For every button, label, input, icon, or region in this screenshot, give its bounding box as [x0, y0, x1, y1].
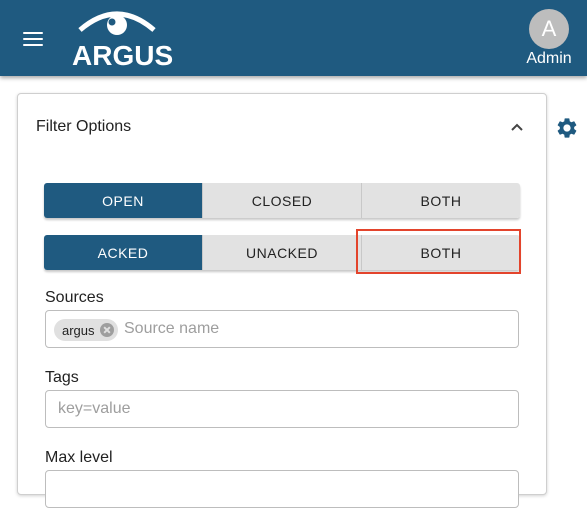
- open-both-button[interactable]: BOTH: [361, 183, 520, 218]
- sources-input[interactable]: [124, 320, 504, 338]
- menu-icon[interactable]: [23, 32, 43, 46]
- filter-options-header[interactable]: Filter Options: [18, 94, 546, 162]
- gear-icon[interactable]: [555, 116, 579, 140]
- app-header: ARGUS A Admin: [0, 0, 587, 76]
- sources-label: Sources: [45, 289, 104, 306]
- eye-logo-icon: [78, 11, 156, 35]
- tags-input[interactable]: [58, 400, 498, 418]
- closed-button[interactable]: CLOSED: [202, 183, 361, 218]
- max-level-label: Max level: [45, 449, 113, 466]
- source-chip-label: argus: [62, 322, 95, 338]
- chevron-up-icon[interactable]: [510, 122, 524, 132]
- logo-text: ARGUS: [72, 40, 174, 71]
- chip-remove-icon[interactable]: [99, 323, 114, 337]
- username: Admin: [526, 50, 572, 67]
- acked-button[interactable]: ACKED: [44, 235, 202, 270]
- argus-logo[interactable]: ARGUS: [70, 6, 173, 71]
- ack-state-toggle: ACKED UNACKED BOTH: [44, 235, 520, 270]
- tags-field[interactable]: [45, 390, 519, 428]
- open-button[interactable]: OPEN: [44, 183, 202, 218]
- source-chip: argus: [54, 319, 118, 341]
- ack-both-button[interactable]: BOTH: [361, 235, 520, 270]
- avatar[interactable]: A: [529, 9, 569, 49]
- sources-field[interactable]: argus: [45, 310, 519, 348]
- open-state-toggle: OPEN CLOSED BOTH: [44, 183, 520, 218]
- unacked-button[interactable]: UNACKED: [202, 235, 361, 270]
- user-menu[interactable]: A Admin: [519, 9, 579, 68]
- tags-label: Tags: [45, 369, 79, 386]
- panel-title: Filter Options: [36, 118, 132, 135]
